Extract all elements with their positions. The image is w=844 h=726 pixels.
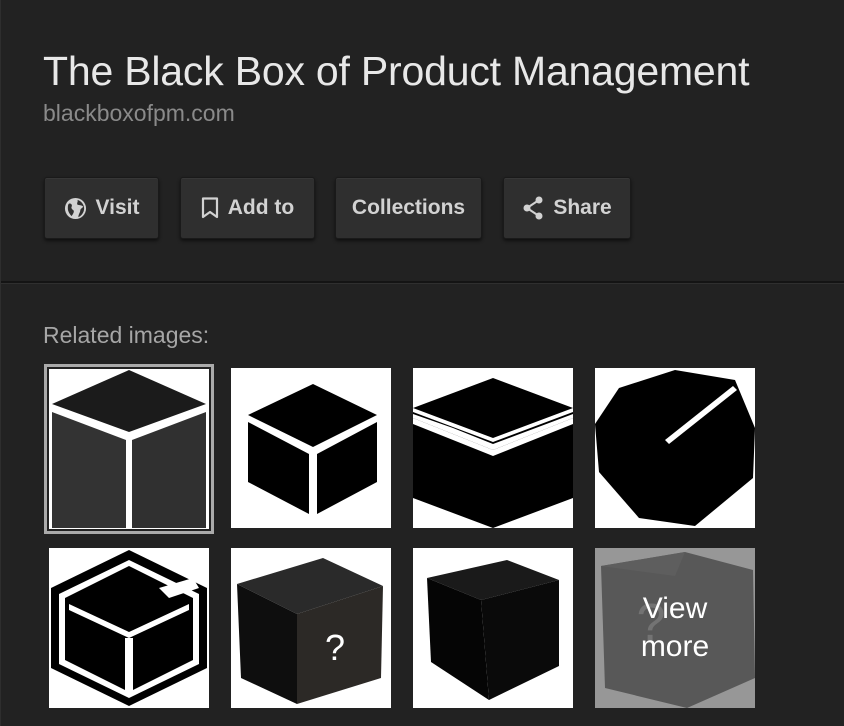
section-divider bbox=[1, 281, 844, 284]
related-thumbnail-7[interactable] bbox=[413, 548, 573, 708]
tilted-cube-image bbox=[595, 370, 755, 526]
open-box-image bbox=[413, 378, 573, 528]
gray-cube-image bbox=[49, 369, 209, 529]
source-domain-link[interactable]: blackboxofpm.com bbox=[43, 100, 235, 127]
bookmark-icon bbox=[201, 197, 219, 219]
add-to-label: Add to bbox=[227, 196, 295, 219]
question-mark: ? bbox=[325, 627, 345, 668]
shaded-cube-image bbox=[427, 560, 559, 700]
related-thumbnail-2[interactable] bbox=[231, 368, 391, 528]
related-thumbnail-4[interactable] bbox=[595, 368, 755, 528]
question-box-image: ? bbox=[237, 558, 383, 704]
visit-button[interactable]: Visit bbox=[44, 177, 159, 239]
collections-label: Collections bbox=[351, 196, 466, 219]
related-thumbnail-6[interactable]: ? bbox=[231, 548, 391, 708]
related-thumbnail-3[interactable] bbox=[413, 368, 573, 528]
related-images-label: Related images: bbox=[43, 322, 210, 348]
view-more-thumbnail[interactable]: ? View more bbox=[595, 548, 755, 708]
view-more-label: View more bbox=[640, 592, 710, 663]
related-thumbnail-1[interactable] bbox=[44, 364, 214, 534]
visit-label: Visit bbox=[95, 196, 140, 219]
add-to-button[interactable]: Add to bbox=[180, 177, 315, 239]
share-icon bbox=[522, 196, 544, 220]
share-label: Share bbox=[553, 196, 612, 219]
related-thumbnail-5[interactable] bbox=[49, 548, 209, 708]
globe-icon bbox=[64, 197, 87, 220]
collections-button[interactable]: Collections bbox=[335, 177, 482, 239]
outlined-box-image bbox=[51, 550, 207, 706]
share-button[interactable]: Share bbox=[503, 177, 631, 239]
image-details-panel: The Black Box of Product Management blac… bbox=[0, 0, 844, 726]
view-more-overlay[interactable]: View more bbox=[595, 548, 755, 708]
page-title: The Black Box of Product Management bbox=[43, 48, 750, 94]
black-cube-image bbox=[248, 384, 377, 514]
